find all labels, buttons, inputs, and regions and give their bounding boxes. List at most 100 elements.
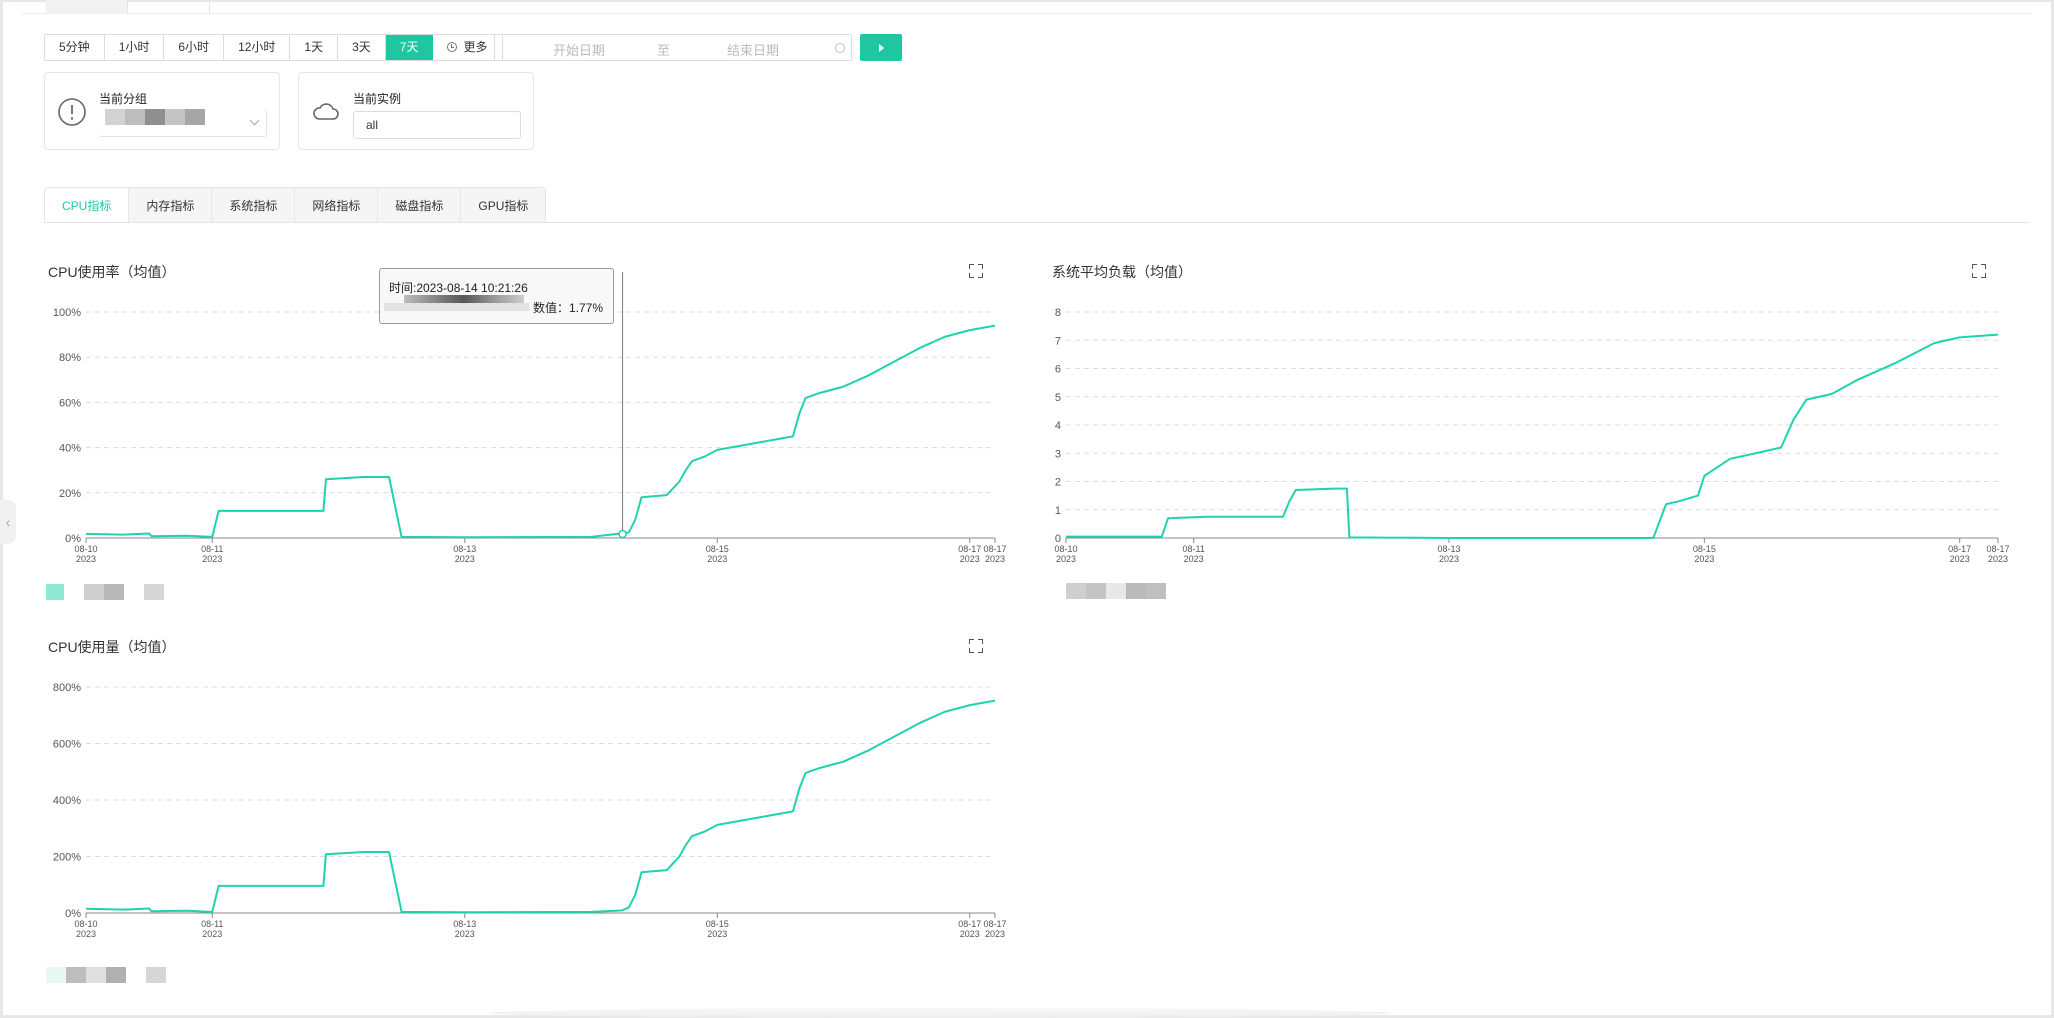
top-tab-strip <box>22 0 2032 14</box>
end-date-input[interactable]: 结束日期 <box>727 40 779 59</box>
tab-network[interactable]: 网络指标 <box>295 187 379 223</box>
x-tick-label: 08-10 <box>74 919 97 929</box>
x-tick-year-label: 2023 <box>455 554 475 564</box>
x-tick-year-label: 2023 <box>707 929 727 939</box>
y-tick-label: 20% <box>59 488 81 500</box>
clock-icon <box>447 42 458 52</box>
tooltip-series-redacted <box>384 295 529 311</box>
range-more-button[interactable]: 更多 <box>433 35 502 60</box>
y-tick-label: 7 <box>1055 335 1061 347</box>
range-6h-button[interactable]: 6小时 <box>164 35 225 60</box>
range-5min-button[interactable]: 5分钟 <box>45 35 105 60</box>
query-button[interactable] <box>860 34 902 61</box>
x-tick-label: 08-11 <box>201 544 223 554</box>
chevron-down-icon <box>249 115 260 126</box>
system-load-panel: 系统平均负载（均值） 0 1 2 3 4 5 6 7 8 08-10 2023 08-11 2023 08… <box>1048 262 2018 602</box>
x-tick-label: 08-15 <box>706 919 729 929</box>
x-tick-year-label: 2023 <box>1694 554 1714 564</box>
x-tick-year-label: 2023 <box>202 554 222 564</box>
top-tab-1[interactable] <box>46 0 128 14</box>
cpu-usage-amount-panel: CPU使用量（均值） 0% 200% 400% 600% 800% 08-10 2023 08… <box>44 637 1007 987</box>
x-tick-year-label: 2023 <box>1950 554 1970 564</box>
alert-circle-icon <box>58 98 86 126</box>
tooltip-value: 数值：1.77% <box>532 301 603 315</box>
system-load-chart[interactable]: 01234567808-10202308-11202308-13202308-1… <box>1048 284 2018 594</box>
x-tick-year-label: 2023 <box>1988 554 2008 564</box>
x-tick-year-label: 2023 <box>76 929 96 939</box>
y-tick-label: 5 <box>1055 392 1061 404</box>
x-tick-label: 08-11 <box>1182 544 1204 554</box>
instance-input[interactable]: all <box>353 111 521 139</box>
legend-redacted[interactable] <box>46 584 164 600</box>
x-tick-year-label: 2023 <box>76 554 96 564</box>
series-line <box>1066 333 1999 539</box>
x-tick-label: 08-17 <box>983 919 1006 929</box>
range-1h-button[interactable]: 1小时 <box>104 35 165 60</box>
current-group-card: 当前分组 <box>44 72 280 150</box>
fullscreen-icon[interactable] <box>969 639 983 653</box>
x-tick-label: 08-10 <box>74 544 97 554</box>
hover-point <box>618 529 627 539</box>
y-tick-label: 100% <box>53 307 81 319</box>
metric-tabs: CPU指标 内存指标 系统指标 网络指标 磁盘指标 GPU指标 <box>44 187 547 223</box>
tab-memory[interactable]: 内存指标 <box>129 187 213 223</box>
x-tick-year-label: 2023 <box>960 929 980 939</box>
series-line <box>85 699 996 914</box>
y-tick-label: 8 <box>1055 307 1061 319</box>
y-tick-label: 2 <box>1055 477 1061 489</box>
current-instance-card: 当前实例 all <box>298 72 534 150</box>
tab-gpu[interactable]: GPU指标 <box>461 187 547 223</box>
collapse-sidebar-handle[interactable]: ‹ <box>0 500 16 544</box>
range-3d-button[interactable]: 3天 <box>338 35 386 60</box>
chart-title: 系统平均负载（均值） <box>1052 264 1192 280</box>
x-tick-year-label: 2023 <box>985 929 1005 939</box>
y-tick-label: 6 <box>1055 364 1061 376</box>
range-12h-button[interactable]: 12小时 <box>224 35 291 60</box>
x-tick-year-label: 2023 <box>1056 554 1076 564</box>
range-7d-button[interactable]: 7天 <box>385 35 434 60</box>
y-tick-label: 80% <box>59 352 81 364</box>
tab-system[interactable]: 系统指标 <box>212 187 296 223</box>
x-tick-label: 08-17 <box>1986 544 2009 554</box>
date-separator: 至 <box>657 43 671 58</box>
x-tick-label: 08-15 <box>1693 544 1716 554</box>
chart-title: CPU使用率（均值） <box>48 264 176 280</box>
y-tick-label: 400% <box>53 795 81 807</box>
y-tick-label: 200% <box>53 852 81 864</box>
chart-title: CPU使用量（均值） <box>48 639 176 655</box>
range-1d-button[interactable]: 1天 <box>290 35 339 60</box>
tab-cpu[interactable]: CPU指标 <box>44 187 130 223</box>
x-tick-label: 08-17 <box>1948 544 1971 554</box>
x-tick-year-label: 2023 <box>455 929 475 939</box>
y-tick-label: 600% <box>53 739 81 751</box>
group-select[interactable] <box>99 109 267 137</box>
tabs-divider <box>44 222 2030 223</box>
group-value-redacted <box>105 109 205 125</box>
date-range-picker[interactable]: 开始日期 至 结束日期 <box>494 34 852 61</box>
fullscreen-icon[interactable] <box>1972 264 1986 278</box>
x-tick-year-label: 2023 <box>985 554 1005 564</box>
cloud-icon <box>313 103 339 120</box>
tab-disk[interactable]: 磁盘指标 <box>378 187 462 223</box>
y-tick-label: 4 <box>1055 420 1061 432</box>
y-tick-label: 1 <box>1055 505 1061 517</box>
legend-redacted[interactable] <box>1066 583 1166 599</box>
top-tab-2[interactable] <box>128 0 210 14</box>
clock-icon <box>835 43 845 53</box>
tooltip-time: 时间:2023-08-14 10:21:26 <box>389 281 528 295</box>
fullscreen-icon[interactable] <box>969 264 983 278</box>
x-tick-year-label: 2023 <box>960 554 980 564</box>
start-date-input[interactable]: 开始日期 <box>553 40 605 59</box>
legend-redacted[interactable] <box>46 967 166 983</box>
instance-label: 当前实例 <box>353 92 402 106</box>
x-tick-year-label: 2023 <box>707 554 727 564</box>
cpu-usage-amount-chart[interactable]: 0%200%400%600%800%08-10202308-11202308-1… <box>44 659 1007 969</box>
x-tick-label: 08-17 <box>958 919 981 929</box>
cpu-usage-rate-chart[interactable]: 0%20%40%60%80%100%08-10202308-11202308-1… <box>44 272 1007 594</box>
x-tick-label: 08-13 <box>453 544 476 554</box>
x-tick-label: 08-17 <box>958 544 981 554</box>
x-tick-year-label: 2023 <box>1184 554 1204 564</box>
x-tick-label: 08-10 <box>1054 544 1077 554</box>
x-tick-label: 08-13 <box>1437 544 1460 554</box>
x-tick-label: 08-17 <box>983 544 1006 554</box>
